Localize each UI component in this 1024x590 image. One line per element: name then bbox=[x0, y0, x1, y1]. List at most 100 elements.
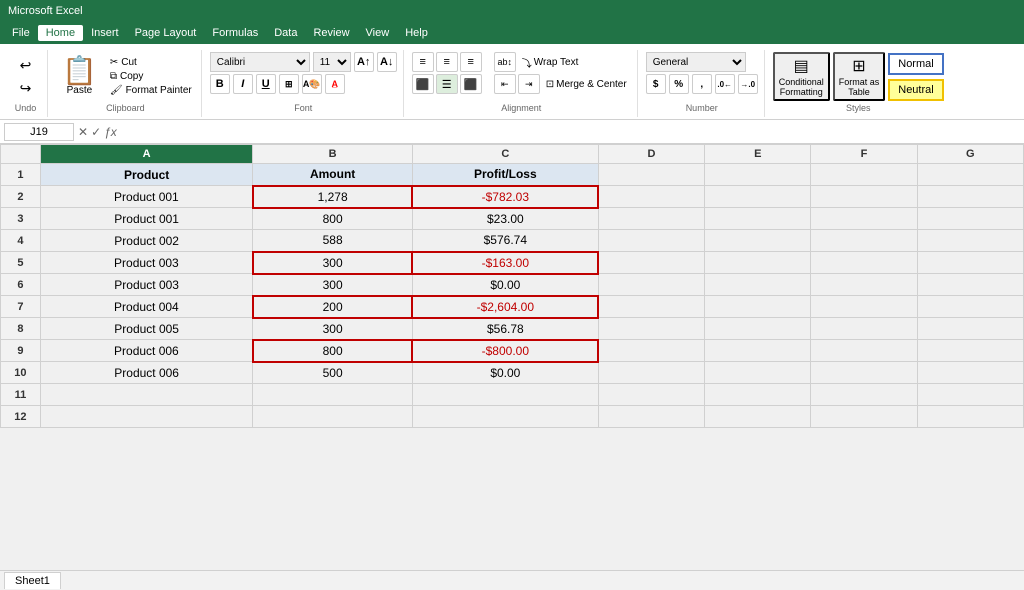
row-header-7[interactable]: 7 bbox=[1, 296, 41, 318]
align-top-center-button[interactable]: ≡ bbox=[436, 52, 458, 72]
col-header-d[interactable]: D bbox=[598, 145, 704, 164]
percent-button[interactable]: % bbox=[669, 74, 689, 94]
formula-insert-function-icon[interactable]: ƒx bbox=[104, 125, 117, 139]
menu-review[interactable]: Review bbox=[305, 25, 357, 41]
cell-7-b[interactable]: 200 bbox=[253, 296, 412, 318]
row-header-3[interactable]: 3 bbox=[1, 208, 41, 230]
cell-2-g[interactable] bbox=[917, 186, 1023, 208]
comma-button[interactable]: , bbox=[692, 74, 712, 94]
cell-10-b[interactable]: 500 bbox=[253, 362, 412, 384]
conditional-formatting-button[interactable]: ▤ ConditionalFormatting bbox=[773, 52, 830, 101]
menu-view[interactable]: View bbox=[358, 25, 398, 41]
col-header-g[interactable]: G bbox=[917, 145, 1023, 164]
row-header-12[interactable]: 12 bbox=[1, 406, 41, 428]
menu-file[interactable]: File bbox=[4, 25, 38, 41]
cell-5-c[interactable]: -$163.00 bbox=[412, 252, 598, 274]
cell-4-g[interactable] bbox=[917, 230, 1023, 252]
cell-9-g[interactable] bbox=[917, 340, 1023, 362]
cell-11-e[interactable] bbox=[705, 384, 811, 406]
cell-2-d[interactable] bbox=[598, 186, 704, 208]
increase-font-button[interactable]: A↑ bbox=[354, 52, 374, 72]
col-header-c[interactable]: C bbox=[412, 145, 598, 164]
cell-6-g[interactable] bbox=[917, 274, 1023, 296]
formula-cancel-icon[interactable]: ✕ bbox=[78, 125, 88, 139]
formula-confirm-icon[interactable]: ✓ bbox=[91, 125, 101, 139]
bold-button[interactable]: B bbox=[210, 74, 230, 94]
fill-color-button[interactable]: A🎨 bbox=[302, 74, 322, 94]
cell-5-g[interactable] bbox=[917, 252, 1023, 274]
cell-4-c[interactable]: $576.74 bbox=[412, 230, 598, 252]
cell-7-e[interactable] bbox=[705, 296, 811, 318]
cell-11-d[interactable] bbox=[598, 384, 704, 406]
cell-3-b[interactable]: 800 bbox=[253, 208, 412, 230]
cell-9-d[interactable] bbox=[598, 340, 704, 362]
cell-7-f[interactable] bbox=[811, 296, 917, 318]
cell-9-f[interactable] bbox=[811, 340, 917, 362]
menu-help[interactable]: Help bbox=[397, 25, 436, 41]
cell-5-f[interactable] bbox=[811, 252, 917, 274]
cell-1-a[interactable]: Product bbox=[40, 164, 253, 186]
cell-5-d[interactable] bbox=[598, 252, 704, 274]
cell-12-g[interactable] bbox=[917, 406, 1023, 428]
redo-button[interactable]: ↪ bbox=[16, 78, 36, 99]
orient-button[interactable]: ab↕ bbox=[494, 52, 516, 72]
sheet-tab-sheet1[interactable]: Sheet1 bbox=[4, 572, 61, 589]
cell-1-c[interactable]: Profit/Loss bbox=[412, 164, 598, 186]
sheet-wrapper[interactable]: A B C D E F G 1ProductAmountProfit/Loss2… bbox=[0, 144, 1024, 570]
cell-4-e[interactable] bbox=[705, 230, 811, 252]
cell-11-f[interactable] bbox=[811, 384, 917, 406]
cell-8-d[interactable] bbox=[598, 318, 704, 340]
cell-7-a[interactable]: Product 004 bbox=[40, 296, 253, 318]
cell-6-d[interactable] bbox=[598, 274, 704, 296]
cell-10-f[interactable] bbox=[811, 362, 917, 384]
cell-12-d[interactable] bbox=[598, 406, 704, 428]
cell-10-e[interactable] bbox=[705, 362, 811, 384]
cell-11-g[interactable] bbox=[917, 384, 1023, 406]
cell-2-c[interactable]: -$782.03 bbox=[412, 186, 598, 208]
cell-8-g[interactable] bbox=[917, 318, 1023, 340]
cell-3-g[interactable] bbox=[917, 208, 1023, 230]
undo-button[interactable]: ↩ bbox=[16, 55, 36, 76]
col-header-e[interactable]: E bbox=[705, 145, 811, 164]
cell-3-a[interactable]: Product 001 bbox=[40, 208, 253, 230]
cell-9-c[interactable]: -$800.00 bbox=[412, 340, 598, 362]
cell-7-g[interactable] bbox=[917, 296, 1023, 318]
cell-9-a[interactable]: Product 006 bbox=[40, 340, 253, 362]
font-size-select[interactable]: 11 bbox=[313, 52, 351, 72]
cell-4-a[interactable]: Product 002 bbox=[40, 230, 253, 252]
cell-9-e[interactable] bbox=[705, 340, 811, 362]
row-header-6[interactable]: 6 bbox=[1, 274, 41, 296]
cell-2-f[interactable] bbox=[811, 186, 917, 208]
cell-2-a[interactable]: Product 001 bbox=[40, 186, 253, 208]
col-header-a[interactable]: A bbox=[40, 145, 253, 164]
row-header-4[interactable]: 4 bbox=[1, 230, 41, 252]
row-header-5[interactable]: 5 bbox=[1, 252, 41, 274]
indent-decrease-button[interactable]: ⇤ bbox=[494, 74, 516, 94]
cell-7-c[interactable]: -$2,604.00 bbox=[412, 296, 598, 318]
align-left-button[interactable]: ⬛ bbox=[412, 74, 434, 94]
cell-1-g[interactable] bbox=[917, 164, 1023, 186]
cell-10-c[interactable]: $0.00 bbox=[412, 362, 598, 384]
decrease-font-button[interactable]: A↓ bbox=[377, 52, 397, 72]
row-header-10[interactable]: 10 bbox=[1, 362, 41, 384]
font-name-select[interactable]: Calibri bbox=[210, 52, 310, 72]
align-top-right-button[interactable]: ≡ bbox=[460, 52, 482, 72]
cell-6-a[interactable]: Product 003 bbox=[40, 274, 253, 296]
cell-12-a[interactable] bbox=[40, 406, 253, 428]
cell-1-d[interactable] bbox=[598, 164, 704, 186]
cell-1-b[interactable]: Amount bbox=[253, 164, 412, 186]
cell-8-f[interactable] bbox=[811, 318, 917, 340]
cell-2-b[interactable]: 1,278 bbox=[253, 186, 412, 208]
currency-button[interactable]: $ bbox=[646, 74, 666, 94]
style-normal-button[interactable]: Normal bbox=[888, 53, 943, 75]
menu-page-layout[interactable]: Page Layout bbox=[127, 25, 205, 41]
increase-decimal-button[interactable]: →.0 bbox=[738, 74, 758, 94]
row-header-2[interactable]: 2 bbox=[1, 186, 41, 208]
cell-11-c[interactable] bbox=[412, 384, 598, 406]
cell-12-c[interactable] bbox=[412, 406, 598, 428]
menu-home[interactable]: Home bbox=[38, 25, 83, 41]
cell-4-b[interactable]: 588 bbox=[253, 230, 412, 252]
cell-reference-box[interactable] bbox=[4, 123, 74, 141]
cell-8-b[interactable]: 300 bbox=[253, 318, 412, 340]
row-header-1[interactable]: 1 bbox=[1, 164, 41, 186]
